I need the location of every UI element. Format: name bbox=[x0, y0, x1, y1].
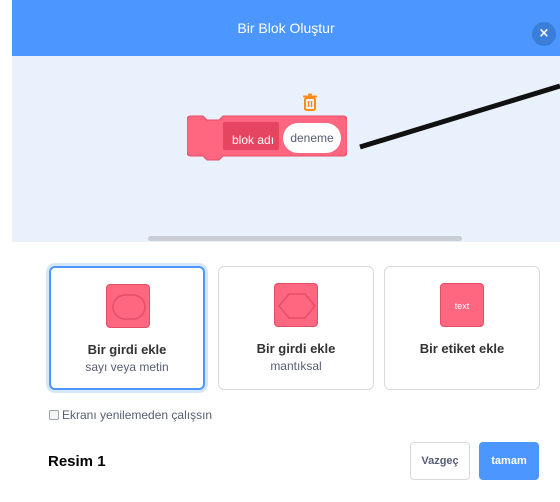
ok-button[interactable]: tamam bbox=[479, 442, 539, 480]
dialog-header: Bir Blok Oluştur × bbox=[12, 0, 560, 56]
dialog-title: Bir Blok Oluştur bbox=[237, 20, 335, 36]
block-preview-workspace: blok adı deneme bbox=[12, 56, 560, 242]
close-icon[interactable]: × bbox=[532, 22, 556, 46]
run-without-refresh-checkbox[interactable] bbox=[49, 410, 59, 420]
option-subtitle: sayı veya metin bbox=[85, 360, 169, 374]
option-subtitle: mantıksal bbox=[270, 359, 322, 373]
block-argument-input[interactable]: deneme bbox=[283, 123, 341, 153]
round-input-icon bbox=[106, 284, 150, 328]
figure-caption: Resim 1 bbox=[48, 453, 106, 470]
create-block-dialog: Bir Blok Oluştur × blok adı deneme Bir g… bbox=[12, 0, 560, 502]
option-title: Bir girdi ekle bbox=[256, 341, 336, 356]
trash-icon[interactable] bbox=[302, 93, 318, 111]
block-name-label[interactable]: blok adı bbox=[232, 133, 274, 147]
cancel-button[interactable]: Vazgeç bbox=[410, 442, 470, 480]
add-input-number-text-option[interactable]: Bir girdi ekle sayı veya metin bbox=[49, 266, 205, 390]
option-title: Bir girdi ekle bbox=[87, 342, 167, 357]
boolean-input-icon bbox=[274, 283, 318, 327]
add-label-option[interactable]: text Bir etiket ekle bbox=[384, 266, 540, 390]
option-title: Bir etiket ekle bbox=[419, 341, 505, 356]
label-icon-text: text bbox=[454, 301, 470, 311]
block-options-panel: Bir girdi ekle sayı veya metin Bir girdi… bbox=[12, 242, 560, 502]
run-without-refresh-label[interactable]: Ekranı yenilemeden çalışsın bbox=[62, 408, 212, 422]
label-icon: text bbox=[440, 283, 484, 327]
add-input-boolean-option[interactable]: Bir girdi ekle mantıksal bbox=[218, 266, 374, 390]
horizontal-scrollbar[interactable] bbox=[148, 236, 462, 241]
